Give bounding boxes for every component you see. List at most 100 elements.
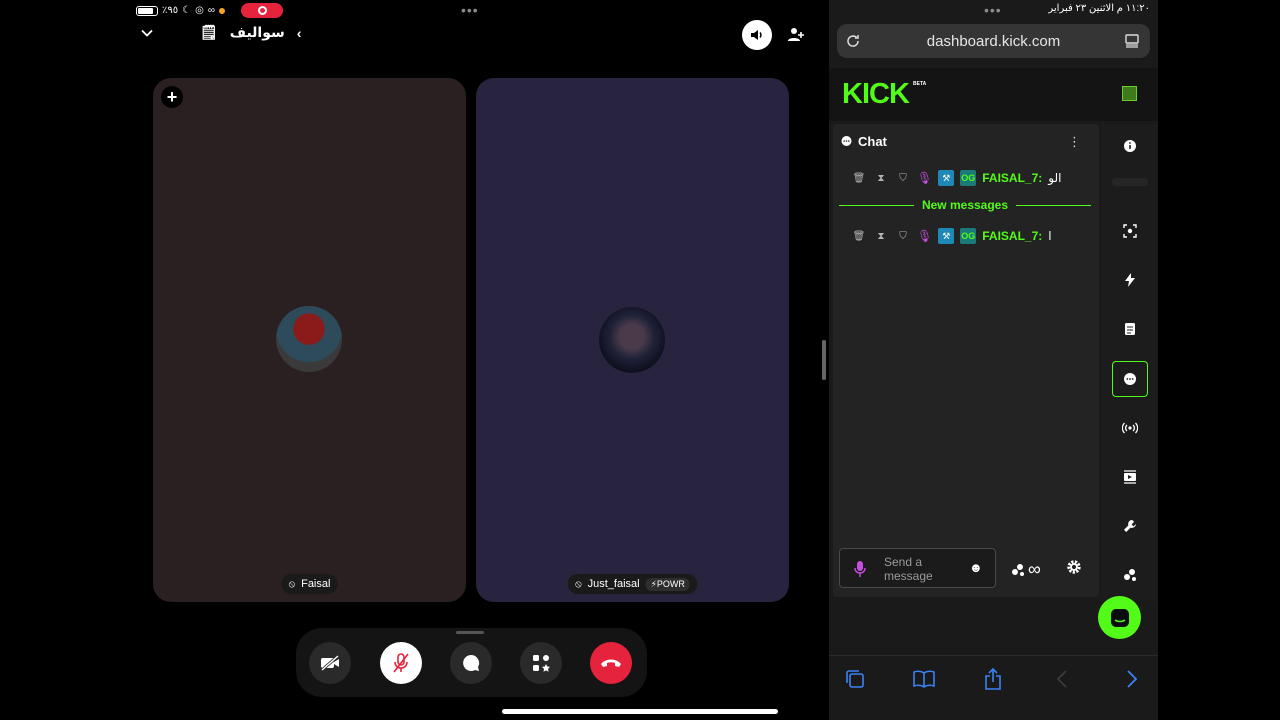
- info-button[interactable]: [1112, 128, 1148, 164]
- kick-header: KICK BETA: [829, 68, 1158, 121]
- timeout-icon[interactable]: ⧗: [873, 173, 889, 184]
- lightning-icon: [1125, 273, 1135, 287]
- split-view-divider[interactable]: [822, 340, 826, 380]
- points-rail-button[interactable]: [1112, 557, 1148, 593]
- participant-tile[interactable]: + ⦸ Faisal: [153, 78, 466, 602]
- controls-grabber[interactable]: [456, 631, 484, 634]
- mic-toggle-button[interactable]: [380, 642, 422, 684]
- reader-icon[interactable]: [1125, 34, 1139, 48]
- broadcast-icon: [1122, 422, 1138, 434]
- media-button[interactable]: [1112, 459, 1148, 495]
- chat-input-placeholder: Send a message: [884, 555, 933, 583]
- broadcast-button[interactable]: [1112, 410, 1148, 446]
- chat-title: Chat: [858, 134, 887, 149]
- delete-icon[interactable]: 🗑: [851, 231, 867, 242]
- chat-message[interactable]: 🗑 ⧗ ⛉ 🎙 ⚒ OG FAISAL_7: الو: [851, 169, 1061, 187]
- message-text: الو: [1048, 171, 1062, 185]
- activities-icon: [533, 655, 550, 672]
- og-badge-icon: OG: [960, 228, 977, 244]
- tools-button[interactable]: [1112, 508, 1148, 544]
- og-badge-icon: OG: [960, 170, 977, 186]
- status-bar-right: ١١:٢٠ م الاثنين ٢٣ فبراير: [1048, 3, 1150, 14]
- ban-icon[interactable]: ⛉: [895, 231, 911, 242]
- end-call-button[interactable]: [590, 642, 632, 684]
- chat-panel: Chat ⋮ 🗑 ⧗ ⛉ 🎙 ⚒ OG FAISAL_7: الو New me…: [833, 124, 1099, 597]
- message-username[interactable]: FAISAL_7:: [982, 171, 1042, 185]
- emoji-icon[interactable]: ☻: [969, 560, 983, 575]
- speaker-button[interactable]: [742, 20, 772, 50]
- muted-mic-icon: ⦸: [288, 578, 296, 590]
- chat-button[interactable]: [450, 642, 492, 684]
- camera-off-icon: [321, 654, 339, 672]
- chat-rail-button[interactable]: [1112, 361, 1148, 397]
- chevron-down-icon[interactable]: [140, 26, 154, 40]
- add-button[interactable]: +: [161, 86, 183, 108]
- forward-button[interactable]: [1118, 666, 1146, 692]
- user-avatar[interactable]: [1122, 86, 1137, 101]
- participant-name: Just_faisal: [587, 578, 640, 590]
- avatar: [276, 306, 342, 372]
- speaker-icon: [751, 30, 762, 40]
- record-icon: [257, 6, 267, 15]
- address-bar[interactable]: dashboard.kick.com: [837, 24, 1150, 58]
- share-button[interactable]: [979, 666, 1007, 692]
- home-indicator[interactable]: [502, 709, 778, 714]
- screen-recording-indicator[interactable]: [241, 3, 283, 18]
- new-messages-divider: New messages: [839, 198, 1091, 212]
- chat-header: Chat: [841, 134, 887, 149]
- camera-toggle-button[interactable]: [309, 642, 351, 684]
- book-icon: [913, 670, 935, 688]
- add-people-button[interactable]: [781, 20, 811, 50]
- quick-actions-button[interactable]: [1112, 262, 1148, 298]
- participant-name-pill: ⦸ Just_faisal ⚡POWR: [567, 574, 698, 594]
- mic-icon[interactable]: [854, 560, 866, 578]
- message-username[interactable]: FAISAL_7:: [982, 229, 1042, 243]
- tabs-button[interactable]: [841, 666, 869, 692]
- message-square-icon: [1110, 608, 1129, 627]
- battery-icon: [136, 5, 158, 16]
- back-button[interactable]: [1048, 666, 1076, 692]
- message-text: ا: [1048, 229, 1052, 243]
- ban-icon[interactable]: ⛉: [895, 173, 911, 184]
- avatar: [599, 307, 665, 373]
- participant-name-pill: ⦸ Faisal: [280, 574, 339, 594]
- chevron-right-icon: [1127, 670, 1138, 688]
- support-chat-button[interactable]: [1098, 596, 1141, 639]
- video-clip-icon: [1124, 470, 1136, 484]
- bookmarks-button[interactable]: [910, 666, 938, 692]
- chevron-left-icon[interactable]: ‹: [297, 25, 302, 41]
- timeout-icon[interactable]: ⧗: [873, 231, 889, 242]
- gear-icon[interactable]: [1066, 559, 1082, 575]
- activities-button[interactable]: [520, 642, 562, 684]
- new-messages-label: New messages: [921, 198, 1009, 212]
- moderator-badge-icon: ⚒: [938, 170, 955, 186]
- beta-label: BETA: [913, 81, 927, 87]
- chat-bubble-icon: [463, 654, 480, 671]
- delete-icon[interactable]: 🗑: [851, 173, 867, 184]
- mic-icon: 🎙: [917, 171, 933, 185]
- screen: ٪٩٥ ☾ ◎ ∞ ••• 🗒 سواليف ‹ + ⦸ Faisal ⦸ Ju…: [0, 0, 1280, 720]
- participant-tile[interactable]: ⦸ Just_faisal ⚡POWR: [476, 78, 789, 602]
- add-people-icon: [788, 28, 804, 41]
- chat-message[interactable]: 🗑 ⧗ ⛉ 🎙 ⚒ OG FAISAL_7: ا: [851, 227, 1052, 245]
- sidebar-separator: [1112, 178, 1148, 186]
- chat-input[interactable]: Send a message ☻: [839, 548, 996, 588]
- points-value: ∞: [1028, 559, 1041, 579]
- power-badge-label: POWR: [656, 578, 685, 589]
- stream-preview-button[interactable]: [1112, 213, 1148, 249]
- more-options-icon[interactable]: ⋮: [1068, 134, 1081, 150]
- share-icon: [985, 668, 1001, 690]
- info-icon: [1124, 140, 1136, 152]
- points-icon: [1124, 569, 1136, 581]
- wrench-icon: [1124, 520, 1136, 532]
- channel-name[interactable]: سواليف: [230, 24, 285, 41]
- muted-mic-icon: ⦸: [575, 578, 582, 590]
- channel-header: 🗒 سواليف ‹: [140, 24, 301, 41]
- tabs-icon: [846, 670, 864, 688]
- kick-logo[interactable]: KICK: [842, 80, 910, 109]
- channel-points[interactable]: ∞: [1011, 559, 1041, 580]
- mic-icon: 🎙: [917, 229, 933, 243]
- multitask-dots-icon[interactable]: •••: [461, 2, 479, 18]
- notepad-icon: 🗒: [200, 24, 218, 40]
- notes-button[interactable]: [1112, 311, 1148, 347]
